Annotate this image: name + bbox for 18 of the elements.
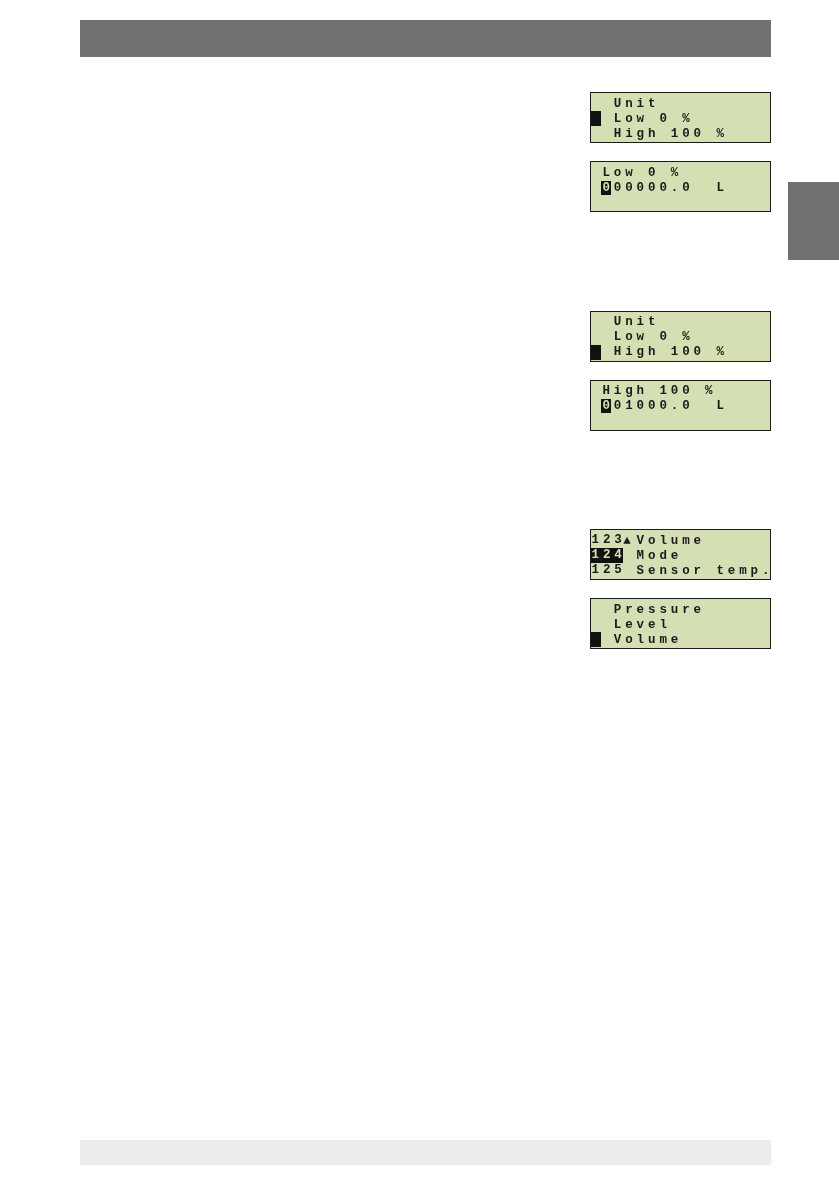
menu-line: Sensor temp.: [636, 563, 770, 578]
menu-line: Volume: [636, 533, 702, 548]
scroll-marker: ▲: [623, 533, 632, 548]
unit-label: L: [716, 180, 724, 195]
menu-line: High 100 %: [613, 126, 724, 141]
unit-label: L: [716, 399, 724, 413]
menu-line: Mode: [636, 548, 679, 563]
menu-line: Low 0 %: [613, 111, 690, 126]
menu-line: Volume: [613, 632, 679, 647]
value-digits: 01000.0: [613, 399, 690, 413]
menu-line: High 100 %: [613, 345, 724, 359]
lcd-title: Low 0 %: [602, 165, 679, 180]
value-digits: 00000.0: [613, 180, 690, 195]
menu-line: Low 0 %: [613, 330, 690, 344]
highlighted-digit: 0: [600, 180, 612, 195]
lcd-title: High 100 %: [602, 384, 713, 398]
highlighted-digit: 0: [600, 399, 612, 413]
menu-number: 124: [591, 548, 624, 563]
